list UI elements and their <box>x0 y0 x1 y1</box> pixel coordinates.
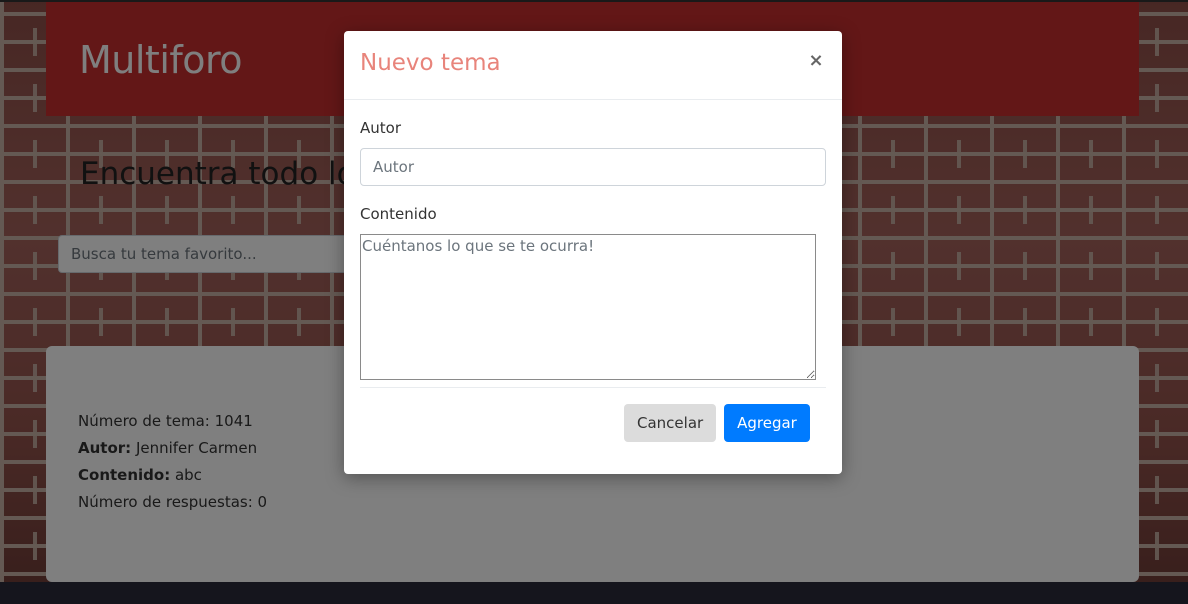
content-label: Contenido <box>360 205 437 223</box>
author-label: Autor <box>360 119 401 137</box>
new-topic-modal: Nuevo tema × Autor Contenido Cancelar Ag… <box>344 31 842 474</box>
modal-title: Nuevo tema <box>360 50 501 76</box>
content-textarea[interactable] <box>360 234 816 380</box>
modal-header: Nuevo tema × <box>344 31 842 100</box>
close-icon[interactable]: × <box>804 49 828 73</box>
author-field[interactable] <box>360 148 826 186</box>
add-button[interactable]: Agregar <box>724 404 810 442</box>
modal-footer-divider <box>360 387 826 388</box>
cancel-button[interactable]: Cancelar <box>624 404 716 442</box>
